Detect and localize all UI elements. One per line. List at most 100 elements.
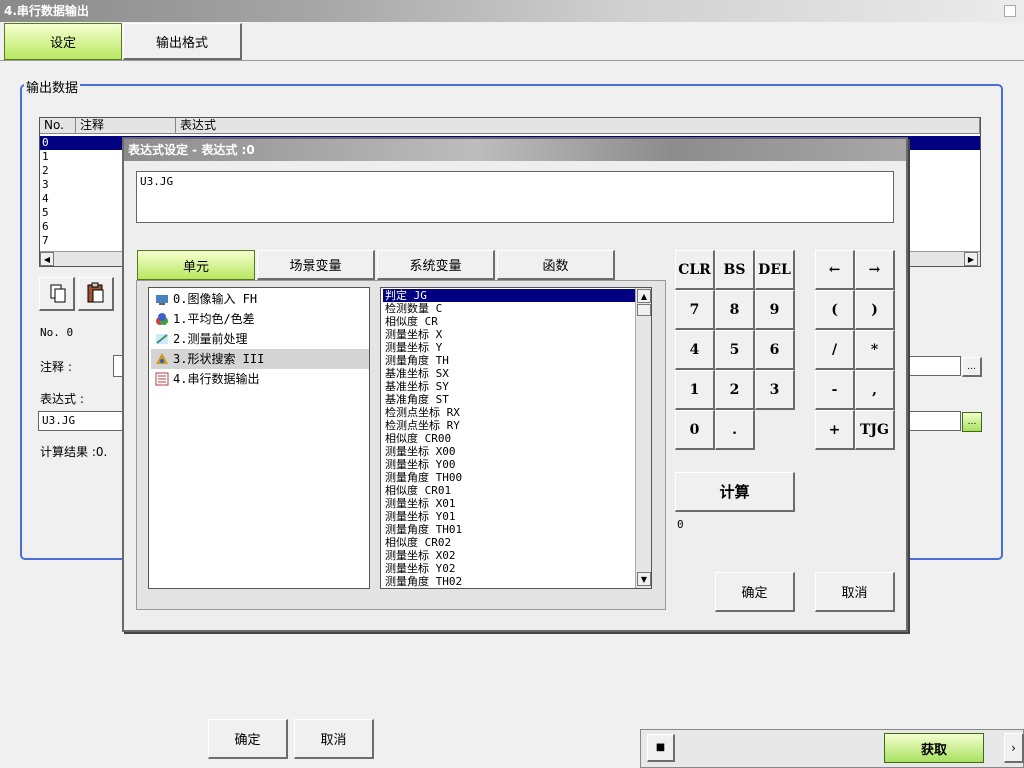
list-item[interactable]: 基准角度 ST bbox=[383, 393, 635, 406]
expression-field[interactable]: U3.JG bbox=[38, 411, 126, 431]
col-header-comment[interactable]: 注释 bbox=[76, 118, 176, 134]
list-item[interactable]: 测量角度 TH00 bbox=[383, 471, 635, 484]
list-item[interactable]: 测量坐标 Y01 bbox=[383, 510, 635, 523]
list-item-selected[interactable]: 3.形状搜索 III bbox=[151, 349, 369, 369]
key-0-button[interactable]: 0 bbox=[675, 410, 715, 450]
dialog-tab-function-label: 函数 bbox=[542, 259, 569, 274]
multiply-button[interactable]: * bbox=[855, 330, 895, 370]
col-header-no[interactable]: No. bbox=[40, 118, 76, 134]
bs-button[interactable]: BS bbox=[715, 250, 755, 290]
cursor-right-button[interactable]: → bbox=[855, 250, 895, 290]
expand-right-button[interactable]: › bbox=[1004, 733, 1024, 763]
list-item[interactable]: 测量坐标 X01 bbox=[383, 497, 635, 510]
expression-field-right[interactable] bbox=[903, 411, 961, 431]
scroll-up-icon[interactable]: ▲ bbox=[637, 289, 651, 303]
dialog-cancel-button[interactable]: 取消 bbox=[815, 572, 895, 612]
list-item[interactable]: 基准坐标 SY bbox=[383, 380, 635, 393]
list-item[interactable]: 2.测量前处理 bbox=[151, 329, 369, 349]
table-row[interactable]: 2 bbox=[42, 164, 49, 178]
list-item[interactable]: 测量角度 TH02 bbox=[383, 575, 635, 587]
calculate-button[interactable]: 计算 bbox=[675, 472, 795, 512]
tjg-button[interactable]: TJG bbox=[855, 410, 895, 450]
key-dot-button[interactable]: . bbox=[715, 410, 755, 450]
list-item[interactable]: 0.图像输入 FH bbox=[151, 289, 369, 309]
window-title-text: 4.串行数据输出 bbox=[4, 4, 89, 18]
list-item[interactable]: 检测点坐标 RY bbox=[383, 419, 635, 432]
key-8-button[interactable]: 8 bbox=[715, 290, 755, 330]
list-item[interactable]: 检测点坐标 RX bbox=[383, 406, 635, 419]
list-item[interactable]: 测量坐标 X bbox=[383, 328, 635, 341]
paste-button[interactable] bbox=[78, 277, 114, 311]
dialog-tab-function[interactable]: 函数 bbox=[497, 250, 615, 280]
list-item[interactable]: 相似度 CR02 bbox=[383, 536, 635, 549]
tab-divider bbox=[0, 60, 1024, 61]
key-4-button[interactable]: 4 bbox=[675, 330, 715, 370]
table-row[interactable]: 1 bbox=[42, 150, 49, 164]
clr-button[interactable]: CLR bbox=[675, 250, 715, 290]
key-3-button[interactable]: 3 bbox=[755, 370, 795, 410]
list-item[interactable]: 检测数量 C bbox=[383, 302, 635, 315]
cursor-left-button[interactable]: ← bbox=[815, 250, 855, 290]
list-item[interactable]: 相似度 CR00 bbox=[383, 432, 635, 445]
scroll-left-icon[interactable]: ◀ bbox=[40, 252, 54, 266]
copy-button[interactable] bbox=[39, 277, 75, 311]
dialog-ok-button[interactable]: 确定 bbox=[715, 572, 795, 612]
list-item[interactable]: 测量角度 TH bbox=[383, 354, 635, 367]
key-2-button[interactable]: 2 bbox=[715, 370, 755, 410]
list-item[interactable]: 测量坐标 X02 bbox=[383, 549, 635, 562]
variable-list[interactable]: 判定 JG 检测数量 C 相似度 CR 测量坐标 X 测量坐标 Y 测量角度 T… bbox=[380, 287, 652, 589]
comma-button[interactable]: , bbox=[855, 370, 895, 410]
key-1-button[interactable]: 1 bbox=[675, 370, 715, 410]
list-item-selected[interactable]: 判定 JG bbox=[383, 289, 635, 302]
expression-browse-button[interactable]: … bbox=[962, 412, 982, 432]
dialog-tab-unit[interactable]: 单元 bbox=[137, 250, 255, 280]
divide-button[interactable]: / bbox=[815, 330, 855, 370]
lparen-button[interactable]: ( bbox=[815, 290, 855, 330]
key-5-button[interactable]: 5 bbox=[715, 330, 755, 370]
tab-settings[interactable]: 设定 bbox=[4, 23, 122, 60]
cancel-button[interactable]: 取消 bbox=[294, 719, 374, 759]
dialog-tab-scene-variable[interactable]: 场景变量 bbox=[257, 250, 375, 280]
variable-list-scrollbar[interactable]: ▲ ▼ bbox=[635, 288, 651, 588]
key-6-button[interactable]: 6 bbox=[755, 330, 795, 370]
list-item[interactable]: 4.串行数据输出 bbox=[151, 369, 369, 389]
del-button[interactable]: DEL bbox=[755, 250, 795, 290]
rparen-button[interactable]: ) bbox=[855, 290, 895, 330]
output-data-label: 输出数据 bbox=[24, 77, 81, 96]
ok-button[interactable]: 确定 bbox=[208, 719, 288, 759]
table-row[interactable]: 4 bbox=[42, 192, 49, 206]
plus-button[interactable]: + bbox=[815, 410, 855, 450]
unit-label: 3.形状搜索 III bbox=[173, 352, 265, 366]
dialog-tab-unit-label: 单元 bbox=[182, 259, 209, 275]
scroll-thumb[interactable] bbox=[637, 304, 651, 316]
list-item[interactable]: 测量坐标 X00 bbox=[383, 445, 635, 458]
list-item[interactable]: 1.平均色/色差 bbox=[151, 309, 369, 329]
comment-field-right[interactable] bbox=[903, 356, 961, 376]
table-row[interactable]: 3 bbox=[42, 178, 49, 192]
table-row[interactable]: 5 bbox=[42, 206, 49, 220]
list-item[interactable]: 测量坐标 Y00 bbox=[383, 458, 635, 471]
list-item[interactable]: 测量角度 TH01 bbox=[383, 523, 635, 536]
scroll-down-icon[interactable]: ▼ bbox=[637, 572, 651, 586]
list-item[interactable]: 测量坐标 Y02 bbox=[383, 562, 635, 575]
acquire-button[interactable]: 获取 bbox=[884, 733, 984, 763]
scroll-right-icon[interactable]: ▶ bbox=[964, 252, 978, 266]
dialog-tab-system-variable[interactable]: 系统变量 bbox=[377, 250, 495, 280]
list-item[interactable]: 测量坐标 Y bbox=[383, 341, 635, 354]
dialog-expression-input[interactable]: U3.JG bbox=[136, 171, 894, 223]
table-row[interactable]: 6 bbox=[42, 220, 49, 234]
tab-output-format[interactable]: 输出格式 bbox=[123, 23, 242, 60]
stop-button[interactable]: ■ bbox=[647, 734, 675, 762]
comment-browse-button[interactable]: … bbox=[962, 357, 982, 377]
col-header-expression[interactable]: 表达式 bbox=[176, 118, 980, 134]
list-item[interactable]: 相似度 CR bbox=[383, 315, 635, 328]
list-item[interactable]: 基准坐标 SX bbox=[383, 367, 635, 380]
title-checkbox[interactable] bbox=[1004, 5, 1016, 17]
table-row[interactable]: 0 bbox=[42, 136, 49, 150]
unit-list[interactable]: 0.图像输入 FH 1.平均色/色差 2.测量前处理 3.形状搜索 III 4.… bbox=[148, 287, 370, 589]
key-9-button[interactable]: 9 bbox=[755, 290, 795, 330]
key-7-button[interactable]: 7 bbox=[675, 290, 715, 330]
minus-button[interactable]: - bbox=[815, 370, 855, 410]
list-item[interactable]: 相似度 CR01 bbox=[383, 484, 635, 497]
table-row[interactable]: 7 bbox=[42, 234, 49, 248]
